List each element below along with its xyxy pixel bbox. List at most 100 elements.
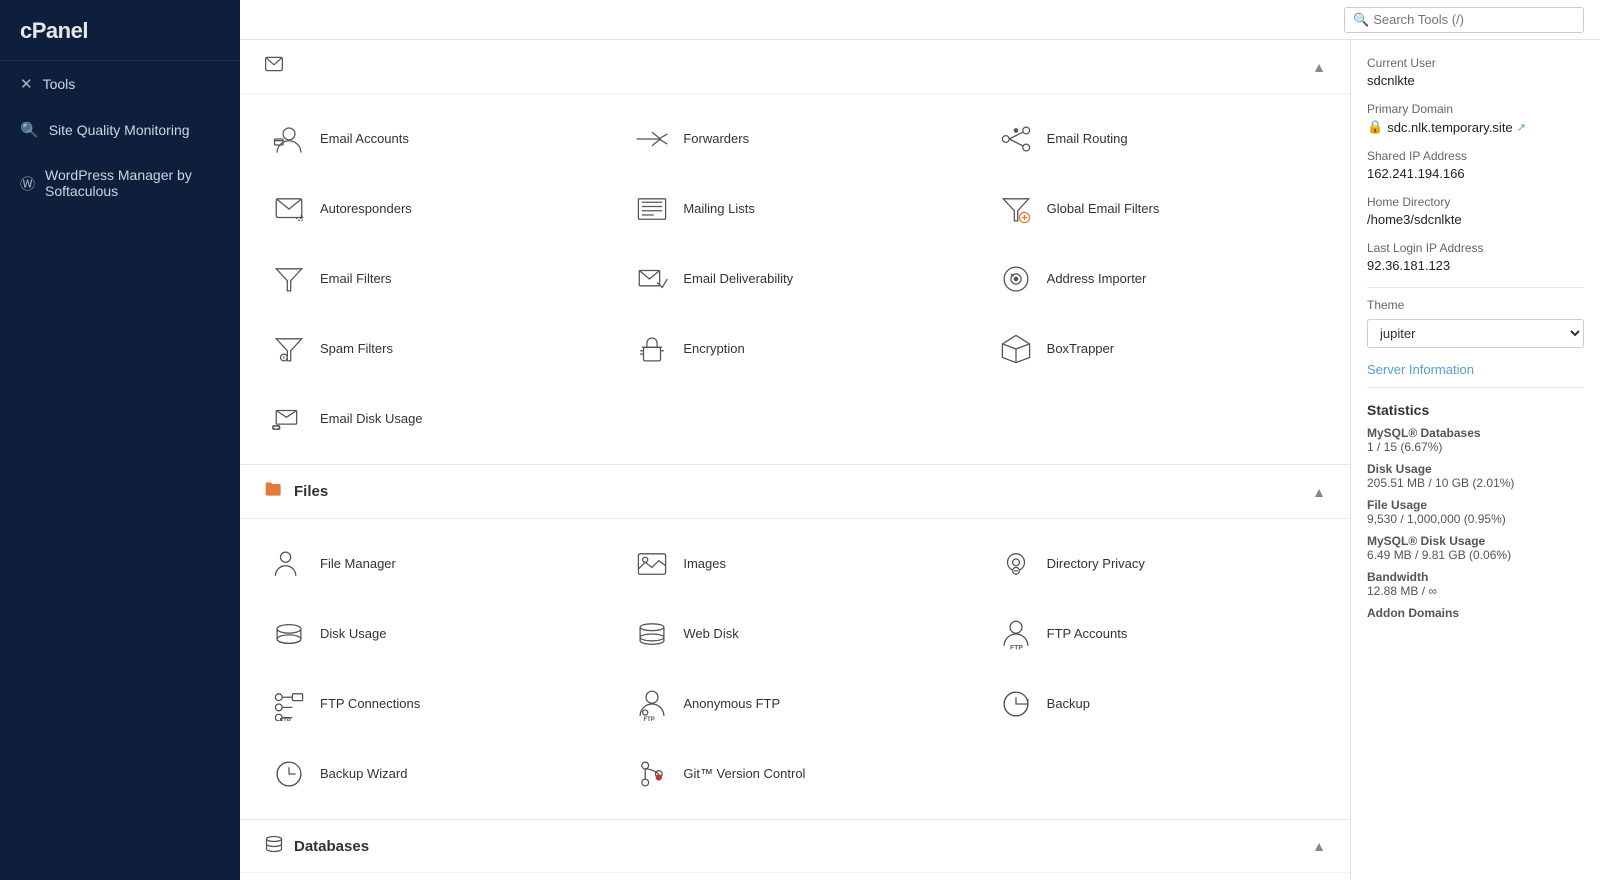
spam-filters-icon	[270, 330, 308, 368]
sidebar-item-site-quality[interactable]: 🔍 Site Quality Monitoring	[0, 107, 240, 153]
tool-file-manager[interactable]: File Manager	[250, 529, 613, 599]
svg-text:FTP: FTP	[280, 719, 291, 721]
cpanel-logo: cPanel	[0, 0, 240, 61]
current-user-value: sdcnlkte	[1367, 73, 1584, 88]
sidebar-wordpress-label: WordPress Manager by Softaculous	[45, 167, 220, 199]
logo-text: c	[20, 18, 32, 43]
directory-privacy-label: Directory Privacy	[1047, 556, 1145, 573]
encryption-label: Encryption	[683, 341, 744, 358]
stat-mysql-disk-usage: MySQL® Disk Usage 6.49 MB / 9.81 GB (0.0…	[1367, 534, 1584, 562]
tool-backup-wizard[interactable]: Backup Wizard	[250, 739, 613, 809]
databases-collapse-btn[interactable]: ▲	[1312, 838, 1326, 854]
files-section-label: Files	[294, 483, 328, 500]
primary-domain-value: 🔒 sdc.nlk.temporary.site ↗	[1367, 119, 1584, 135]
tool-autoresponders[interactable]: Autoresponders	[250, 174, 613, 244]
last-login-value: 92.36.181.123	[1367, 258, 1584, 273]
databases-section-header: Databases ▲	[240, 820, 1350, 873]
tool-web-disk[interactable]: Web Disk	[613, 599, 976, 669]
lock-icon: 🔒	[1367, 119, 1383, 135]
databases-section: Databases ▲ phpMyAdmin	[240, 820, 1350, 880]
autoresponders-label: Autoresponders	[320, 201, 412, 218]
ftp-connections-label: FTP Connections	[320, 696, 420, 713]
spam-filters-label: Spam Filters	[320, 341, 393, 358]
email-routing-icon	[997, 120, 1035, 158]
tool-address-importer[interactable]: Address Importer	[977, 244, 1340, 314]
tool-boxtrapper[interactable]: BoxTrapper	[977, 314, 1340, 384]
tool-mailing-lists[interactable]: Mailing Lists	[613, 174, 976, 244]
tool-directory-privacy[interactable]: Directory Privacy	[977, 529, 1340, 599]
stat-bandwidth-value: 12.88 MB / ∞	[1367, 584, 1584, 598]
email-collapse-btn[interactable]: ▲	[1312, 59, 1326, 75]
tool-email-accounts[interactable]: Email Accounts	[250, 104, 613, 174]
sidebar-item-tools[interactable]: ✕ Tools	[0, 61, 240, 107]
files-collapse-btn[interactable]: ▲	[1312, 484, 1326, 500]
statistics-title: Statistics	[1367, 402, 1584, 418]
topbar: 🔍	[240, 0, 1600, 40]
external-link-icon[interactable]: ↗	[1517, 121, 1526, 134]
shared-ip-label: Shared IP Address	[1367, 149, 1584, 163]
email-deliverability-icon	[633, 260, 671, 298]
boxtrapper-icon	[997, 330, 1035, 368]
tool-images[interactable]: Images	[613, 529, 976, 599]
sidebar: cPanel ✕ Tools 🔍 Site Quality Monitoring…	[0, 0, 240, 880]
backup-wizard-label: Backup Wizard	[320, 766, 407, 783]
tool-forwarders[interactable]: Forwarders	[613, 104, 976, 174]
site-quality-icon: 🔍	[20, 121, 39, 139]
folder-icon	[264, 479, 284, 504]
file-manager-icon	[270, 545, 308, 583]
git-version-control-label: Git™ Version Control	[683, 766, 805, 783]
file-manager-label: File Manager	[320, 556, 396, 573]
theme-label: Theme	[1367, 298, 1584, 312]
disk-usage-label: Disk Usage	[320, 626, 386, 643]
sidebar-item-wordpress[interactable]: Ⓦ WordPress Manager by Softaculous	[0, 153, 240, 213]
tool-spam-filters[interactable]: Spam Filters	[250, 314, 613, 384]
tool-email-routing[interactable]: Email Routing	[977, 104, 1340, 174]
ftp-connections-icon: FTP	[270, 685, 308, 723]
email-deliverability-label: Email Deliverability	[683, 271, 793, 288]
address-importer-label: Address Importer	[1047, 271, 1147, 288]
tool-git-version-control[interactable]: Git™ Version Control	[613, 739, 976, 809]
backup-wizard-icon	[270, 755, 308, 793]
email-tools-grid: Email Accounts Forwarders	[240, 94, 1350, 464]
tool-global-email-filters[interactable]: Global Email Filters	[977, 174, 1340, 244]
email-accounts-icon	[270, 120, 308, 158]
current-user-group: Current User sdcnlkte	[1367, 56, 1584, 88]
theme-select[interactable]: jupiter paper_lantern x3	[1367, 319, 1584, 348]
stat-disk-usage-label: Disk Usage	[1367, 462, 1584, 476]
email-section: ▲ Email Accounts	[240, 40, 1350, 465]
tool-backup[interactable]: Backup	[977, 669, 1340, 739]
stat-file-usage-label: File Usage	[1367, 498, 1584, 512]
git-version-control-icon	[633, 755, 671, 793]
main-content: ▲ Email Accounts	[240, 40, 1350, 880]
ftp-accounts-label: FTP Accounts	[1047, 626, 1128, 643]
search-input[interactable]	[1373, 12, 1575, 27]
tools-icon: ✕	[20, 75, 33, 93]
email-disk-usage-icon	[270, 400, 308, 438]
stat-disk-usage: Disk Usage 205.51 MB / 10 GB (2.01%)	[1367, 462, 1584, 490]
tool-ftp-accounts[interactable]: FTP FTP Accounts	[977, 599, 1340, 669]
autoresponders-icon	[270, 190, 308, 228]
sidebar-site-quality-label: Site Quality Monitoring	[49, 122, 190, 138]
email-filters-label: Email Filters	[320, 271, 392, 288]
last-login-group: Last Login IP Address 92.36.181.123	[1367, 241, 1584, 273]
tool-ftp-connections[interactable]: FTP FTP Connections	[250, 669, 613, 739]
anonymous-ftp-label: Anonymous FTP	[683, 696, 780, 713]
tool-email-disk-usage[interactable]: Email Disk Usage	[250, 384, 613, 454]
home-dir-value: /home3/sdcnlkte	[1367, 212, 1584, 227]
email-section-icon	[264, 54, 284, 79]
tool-encryption[interactable]: Encryption	[613, 314, 976, 384]
stat-file-usage-value: 9,530 / 1,000,000 (0.95%)	[1367, 512, 1584, 526]
web-disk-label: Web Disk	[683, 626, 738, 643]
tool-email-filters[interactable]: Email Filters	[250, 244, 613, 314]
tool-email-deliverability[interactable]: Email Deliverability	[613, 244, 976, 314]
server-information-link[interactable]: Server Information	[1367, 362, 1584, 377]
stat-mysql-databases-value: 1 / 15 (6.67%)	[1367, 440, 1584, 454]
right-panel: Current User sdcnlkte Primary Domain 🔒 s…	[1350, 40, 1600, 880]
search-box[interactable]: 🔍	[1344, 7, 1584, 33]
files-section: Files ▲ File Manager	[240, 465, 1350, 820]
tool-anonymous-ftp[interactable]: FTP Anonymous FTP	[613, 669, 976, 739]
boxtrapper-label: BoxTrapper	[1047, 341, 1114, 358]
wordpress-icon: Ⓦ	[20, 173, 35, 194]
home-dir-label: Home Directory	[1367, 195, 1584, 209]
tool-disk-usage[interactable]: Disk Usage	[250, 599, 613, 669]
